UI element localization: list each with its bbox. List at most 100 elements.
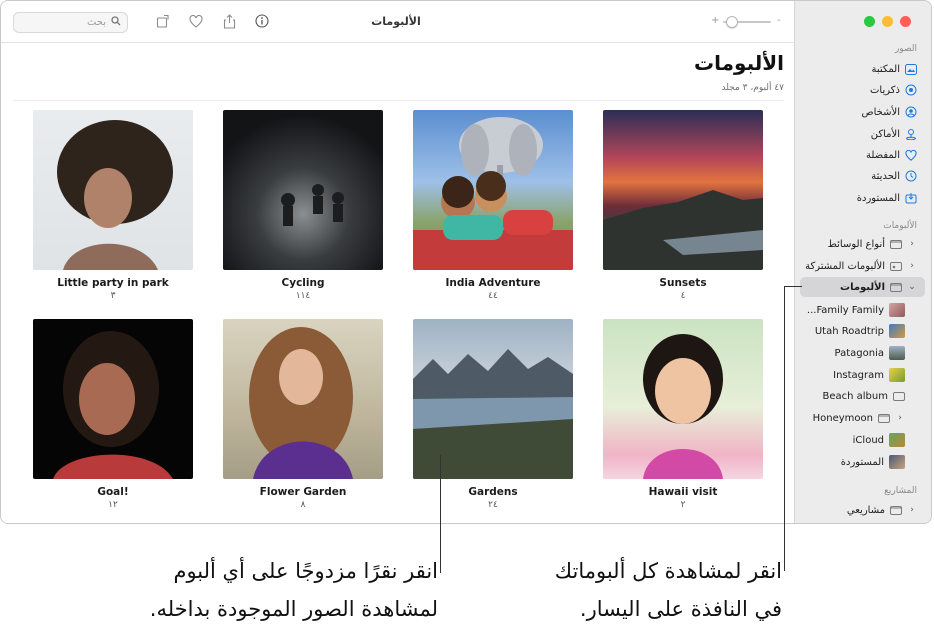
album-count-label: ٢ [680,500,686,510]
sidebar-album-family[interactable]: Family Family... [800,300,905,320]
album-name: Little party in park [57,277,169,289]
sidebar-item-label: المكتبة [871,63,900,75]
places-icon [905,128,917,140]
callout-line: لمشاهدة الصور الموجودة بداخله. [149,597,438,621]
sidebar-item-people[interactable]: الأشخاص [800,102,925,122]
sidebar-item-label: Instagram [833,369,884,381]
sidebar-item-label: المستوردة [840,456,884,468]
minimize-window-button[interactable] [882,16,893,27]
album-thumbnail[interactable] [223,110,383,270]
sidebar-item-label: الأشخاص [861,106,900,118]
album-card[interactable]: Flower Garden ٨ [223,319,383,510]
chevron-left-icon[interactable]: ‹ [907,505,917,515]
sidebar-album-instagram[interactable]: Instagram [800,365,905,385]
album-thumb-icon [889,368,905,382]
info-icon[interactable] [254,13,270,29]
album-count-label: ١١٤ [295,291,311,301]
album-card[interactable]: Hawaii visit ٢ [603,319,763,510]
callout-line: انقر لمشاهدة كل ألبوماتك [554,559,782,583]
sidebar-item-label: Patagonia [834,347,884,359]
sidebar-album-imported[interactable]: المستوردة [800,452,905,472]
album-thumb-icon [889,433,905,447]
album-name: Flower Garden [259,486,347,498]
sidebar-item-my-projects[interactable]: ‹ مشاريعي [800,500,925,520]
share-icon[interactable] [221,13,237,29]
sidebar-item-label: Beach album [822,390,889,402]
sidebar-item-imports[interactable]: المستوردة [800,188,925,208]
search-field[interactable]: بحث [13,12,128,33]
album-thumb-icon [889,455,905,469]
album-thumbnail[interactable] [413,110,573,270]
album-card[interactable]: Sunsets ٤ [603,110,763,301]
sidebar-item-recents[interactable]: الحديثة [800,166,925,186]
album-thumbnail[interactable] [223,319,383,479]
album-card[interactable]: Cycling ١١٤ [223,110,383,301]
folder-icon [890,281,902,293]
import-icon [905,192,917,204]
sidebar-item-memories[interactable]: ذكريات [800,80,925,100]
sidebar-item-shared-albums[interactable]: ‹ الألبومات المشتركة [800,256,925,276]
sidebar-item-places[interactable]: الأماكن [800,124,925,144]
album-name: Hawaii visit [648,486,718,498]
sidebar-item-albums[interactable]: ⌄ الألبومات [800,277,925,297]
album-thumbnail[interactable] [603,110,763,270]
sidebar-item-library[interactable]: المكتبة [800,59,925,79]
page-title: الألبومات [694,51,784,75]
sidebar-item-label: Honeymoon [812,412,873,424]
sidebar-album-utah[interactable]: Utah Roadtrip [800,321,905,341]
search-placeholder: بحث [86,17,106,28]
album-thumbnail[interactable] [33,319,193,479]
heart-icon [905,149,917,161]
album-thumb-icon [889,303,905,317]
chevron-left-icon[interactable]: ‹ [895,413,905,423]
photos-window: بحث الألبومات + - الألبومات ٤٧ ألبوم، ٣ … [0,0,932,524]
divider [13,100,784,101]
callout-leader [784,286,802,287]
album-card[interactable]: Goal! ١٢ [33,319,193,510]
album-name: Goal! [97,486,129,498]
window-controls [864,16,911,27]
album-card[interactable]: Little party in park ٣ [33,110,193,301]
search-icon [111,16,121,29]
album-count-label: ٢٤ [488,500,498,510]
sidebar-item-label: الأماكن [870,128,900,140]
chevron-left-icon[interactable]: ‹ [907,261,917,271]
album-card[interactable]: Gardens ٢٤ [413,319,573,510]
rotate-icon[interactable] [155,13,171,29]
zoom-knob[interactable] [726,16,738,28]
zoom-window-button[interactable] [864,16,875,27]
heart-icon[interactable] [188,13,204,29]
chevron-down-icon[interactable]: ⌄ [907,282,917,292]
clock-icon [905,170,917,182]
sidebar-item-media-types[interactable]: ‹ أنواع الوسائط [800,234,925,254]
sidebar-item-favorites[interactable]: المفضلة [800,145,925,165]
sidebar-album-icloud[interactable]: iCloud [800,430,905,450]
sidebar-album-beach[interactable]: Beach album [800,386,905,406]
close-window-button[interactable] [900,16,911,27]
shared-folder-icon [890,260,902,272]
sidebar-item-label: الحديثة [871,170,900,182]
sidebar-album-honeymoon[interactable]: ‹ Honeymoon [800,408,905,428]
zoom-slider[interactable]: + - [709,15,785,29]
sidebar-item-label: المستوردة [856,192,900,204]
album-card[interactable]: India Adventure ٤٤ [413,110,573,301]
callout-leader [784,286,785,571]
album-count-label: ٤ [680,291,686,301]
folder-icon [878,412,890,424]
album-name: Gardens [468,486,518,498]
folder-icon [890,504,902,516]
callout-line: في النافذة على اليسار. [579,597,782,621]
zoom-minus[interactable]: - [777,15,781,26]
album-thumbnail[interactable] [603,319,763,479]
stage: بحث الألبومات + - الألبومات ٤٧ ألبوم، ٣ … [0,0,934,636]
album-thumbnail[interactable] [33,110,193,270]
chevron-left-icon[interactable]: ‹ [907,239,917,249]
sidebar-album-patagonia[interactable]: Patagonia [800,343,905,363]
album-thumbnail[interactable] [413,319,573,479]
people-icon [905,106,917,118]
sidebar-item-label: ذكريات [870,84,900,96]
zoom-plus[interactable]: + [711,15,719,26]
album-count-label: ٣ [110,291,116,301]
folder-icon [890,238,902,250]
sidebar-item-label: المفضلة [865,149,900,161]
